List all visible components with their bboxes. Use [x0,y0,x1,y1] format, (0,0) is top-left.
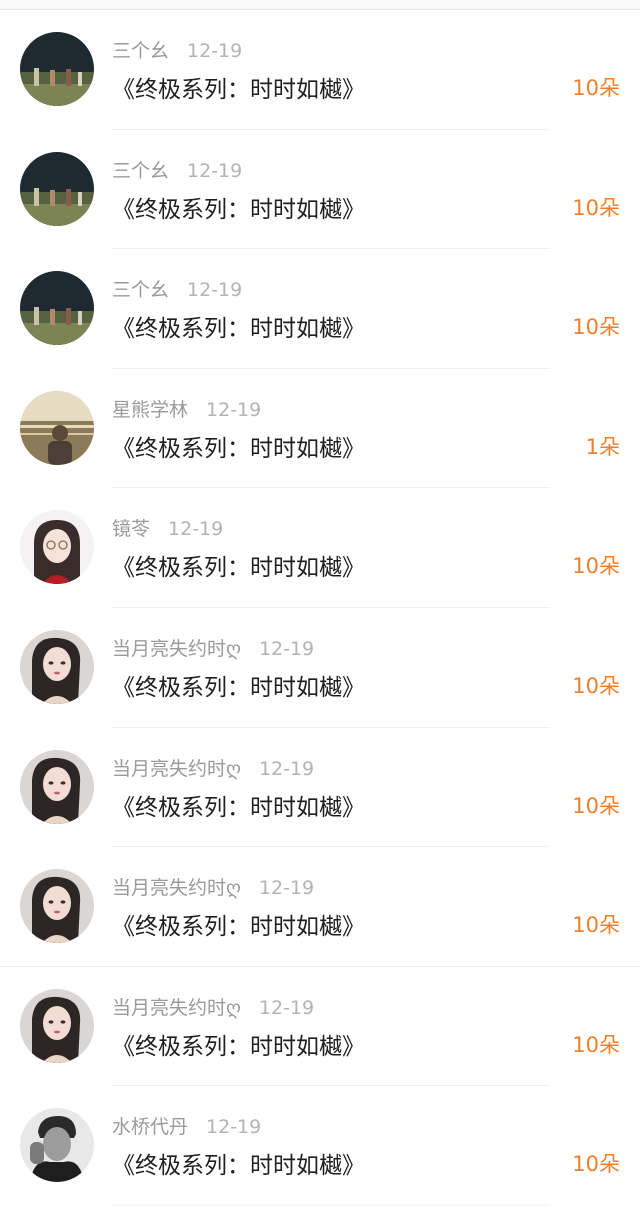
meta-line: 当月亮失约时ღ 12-19 [112,873,314,900]
man-bw-icon [20,1108,94,1183]
book-title[interactable]: 《终极系列：时时如樾》 [112,907,365,941]
username[interactable]: 当月亮失约时ღ [112,758,241,780]
list-item[interactable]: 三个幺 12-19 《终极系列：时时如樾》 10朵 [0,130,640,250]
meta-line: 水桥代丹 12-19 [112,1112,261,1139]
gift-amount: 10朵 [572,554,620,579]
date: 12-19 [187,40,243,62]
sea-sunset-icon [20,390,94,465]
meta-line: 当月亮失约时ღ 12-19 [112,993,314,1020]
username[interactable]: 星熊学林 [112,399,188,421]
night-crowd-icon [20,151,94,226]
meta-line: 当月亮失约时ღ 12-19 [112,754,314,781]
list-item[interactable]: 当月亮失约时ღ 12-19 《终极系列：时时如樾》 10朵 [0,967,640,1087]
meta-line: 星熊学林 12-19 [112,395,261,422]
date: 12-19 [187,159,243,182]
meta-line: 镜苓 12-19 [112,514,223,541]
gift-amount: 1朵 [585,434,620,459]
night-crowd-icon [20,271,94,346]
book-title[interactable]: 《终极系列：时时如樾》 [112,429,365,463]
gift-amount: 10朵 [572,315,620,340]
book-title[interactable]: 《终极系列：时时如樾》 [112,1146,365,1180]
girl-glasses-icon [20,510,94,585]
list-item[interactable]: 当月亮失约时ღ 12-19 《终极系列：时时如樾》 10朵 [0,728,640,848]
list-item[interactable]: 镜苓 12-19 《终极系列：时时如樾》 10朵 [0,488,640,608]
username[interactable]: 水桥代丹 [112,1116,188,1138]
username[interactable]: 三个幺 [112,160,169,182]
gift-amount: 10朵 [572,793,620,818]
date: 12-19 [206,1116,262,1139]
list-item[interactable]: 当月亮失约时ღ 12-19 《终极系列：时时如樾》 10朵 [0,608,640,728]
avatar[interactable] [20,271,94,346]
meta-line: 三个幺 12-19 [112,275,242,302]
meta-line: 三个幺 12-19 [112,156,242,183]
gift-amount: 10朵 [572,76,620,100]
book-title[interactable]: 《终极系列：时时如樾》 [112,70,365,104]
list-item[interactable]: 三个幺 12-19 《终极系列：时时如樾》 10朵 [0,249,640,369]
book-title[interactable]: 《终极系列：时时如樾》 [112,668,365,702]
book-title[interactable]: 《终极系列：时时如樾》 [112,1027,365,1061]
avatar[interactable] [20,629,94,704]
girl-portrait-icon [20,869,94,944]
avatar[interactable] [20,1108,94,1183]
username[interactable]: 当月亮失约时ღ [112,877,241,899]
girl-portrait-icon [20,749,94,824]
gift-amount: 10朵 [572,673,620,698]
night-crowd-icon [20,32,94,106]
gift-amount: 10朵 [572,1152,620,1177]
avatar[interactable] [20,32,94,106]
meta-line: 三个幺 12-19 [112,36,242,63]
date: 12-19 [258,637,315,660]
top-divider [0,0,640,10]
list-item[interactable]: 水桥代丹 12-19 《终极系列：时时如樾》 10朵 [0,1086,640,1206]
gift-record-list: 三个幺 12-19 《终极系列：时时如樾》 10朵 三个幺 12-19 《终极系列：… [0,10,640,1206]
gift-amount: 10朵 [572,913,620,938]
avatar[interactable] [20,151,94,226]
username[interactable]: 当月亮失约时ღ [112,638,241,660]
date: 12-19 [187,279,243,302]
list-item[interactable]: 当月亮失约时ღ 12-19 《终极系列：时时如樾》 10朵 [0,847,640,967]
date: 12-19 [168,518,224,541]
meta-line: 当月亮失约时ღ 12-19 [112,634,314,661]
avatar[interactable] [20,510,94,585]
book-title[interactable]: 《终极系列：时时如樾》 [112,548,365,582]
username[interactable]: 三个幺 [112,279,169,301]
book-title[interactable]: 《终极系列：时时如樾》 [112,788,365,822]
date: 12-19 [206,398,262,421]
list-item[interactable]: 三个幺 12-19 《终极系列：时时如樾》 10朵 [0,10,640,130]
username[interactable]: 镜苓 [112,518,150,540]
gift-amount: 10朵 [572,1032,620,1057]
gift-amount: 10朵 [572,195,620,220]
avatar[interactable] [20,390,94,465]
book-title[interactable]: 《终极系列：时时如樾》 [112,190,365,224]
date: 12-19 [258,996,315,1019]
username[interactable]: 当月亮失约时ღ [112,997,241,1019]
date: 12-19 [258,877,315,900]
avatar[interactable] [20,869,94,944]
girl-portrait-icon [20,629,94,704]
avatar[interactable] [20,988,94,1063]
date: 12-19 [258,757,315,780]
list-item[interactable]: 星熊学林 12-19 《终极系列：时时如樾》 1朵 [0,369,640,489]
username[interactable]: 三个幺 [112,40,169,62]
avatar[interactable] [20,749,94,824]
book-title[interactable]: 《终极系列：时时如樾》 [112,309,365,343]
girl-portrait-icon [20,988,94,1063]
